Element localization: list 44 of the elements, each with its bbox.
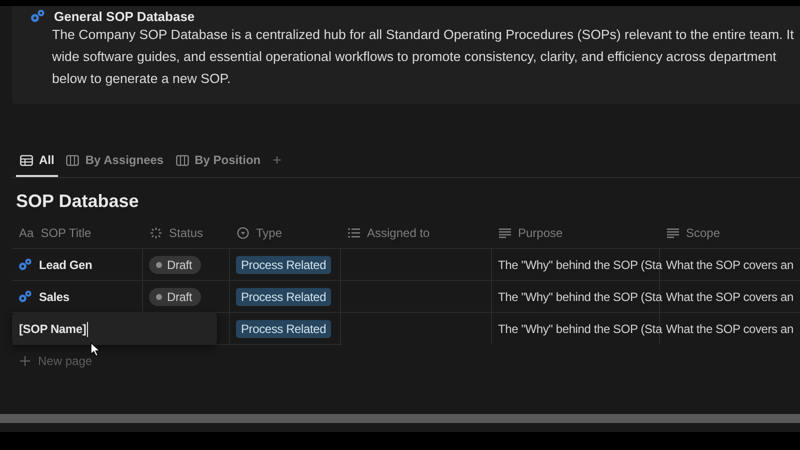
callout-title: General SOP Database — [54, 8, 195, 24]
description-text: wide software guides, and essential operational workflows to promote consistency, clarity, and efficiency across department — [52, 48, 778, 66]
table-cell: The "Why" behind the SOP (Sta — [498, 290, 662, 304]
column-header[interactable]: Type — [230, 218, 341, 248]
type-tag: Process Related — [236, 256, 332, 274]
add-view-button[interactable]: + — [268, 152, 286, 174]
status-icon — [150, 227, 162, 239]
text-lines-icon — [499, 228, 511, 238]
column-header[interactable]: Status — [143, 218, 230, 248]
page-title[interactable]: Lead Gen — [39, 258, 92, 272]
type-tag: Process Related — [236, 288, 332, 306]
view-tab[interactable]: By Position — [172, 149, 265, 177]
mouse-pointer-icon — [90, 342, 101, 357]
table-cell: What the SOP covers an — [666, 290, 794, 304]
list-icon — [348, 228, 360, 238]
board-icon — [176, 154, 189, 166]
status-tag: Draft — [149, 256, 202, 274]
status-tag: Draft — [149, 288, 202, 306]
column-header[interactable]: Scope — [660, 218, 800, 248]
gears-icon — [30, 9, 46, 23]
table-cell: The "Why" behind the SOP (Sta — [498, 258, 662, 272]
table-cell: What the SOP covers an — [666, 322, 794, 336]
type-tag: Process Related — [236, 320, 332, 338]
board-icon — [66, 154, 80, 166]
text-lines-icon — [667, 228, 679, 238]
title-input-field[interactable]: [SOP Name] — [12, 313, 217, 345]
description-text: below to generate a new SOP. — [52, 70, 232, 88]
view-tab[interactable]: By Assignees — [62, 149, 168, 177]
database-title: SOP Database — [16, 191, 140, 212]
column-header[interactable]: Assigned to — [341, 218, 492, 248]
gears-icon — [18, 258, 33, 271]
gears-icon — [18, 290, 33, 303]
description-text: The Company SOP Database is a centralized hub for all Standard Operating Procedures (SOPs) relevant to the entire team. It — [52, 26, 795, 44]
new-page-button[interactable]: New page — [12, 344, 342, 377]
scrollbar[interactable] — [0, 414, 800, 423]
table-cell: What the SOP covers an — [666, 258, 794, 272]
text-property-icon: Aa — [19, 226, 34, 240]
page-title[interactable]: Sales — [39, 290, 70, 304]
plus-icon — [20, 356, 30, 366]
column-header[interactable]: Aa SOP Title — [12, 218, 143, 248]
column-header[interactable]: Purpose — [492, 218, 660, 248]
table-cell: The "Why" behind the SOP (Sta — [498, 322, 662, 336]
select-icon — [237, 227, 249, 239]
table-icon — [20, 154, 33, 166]
